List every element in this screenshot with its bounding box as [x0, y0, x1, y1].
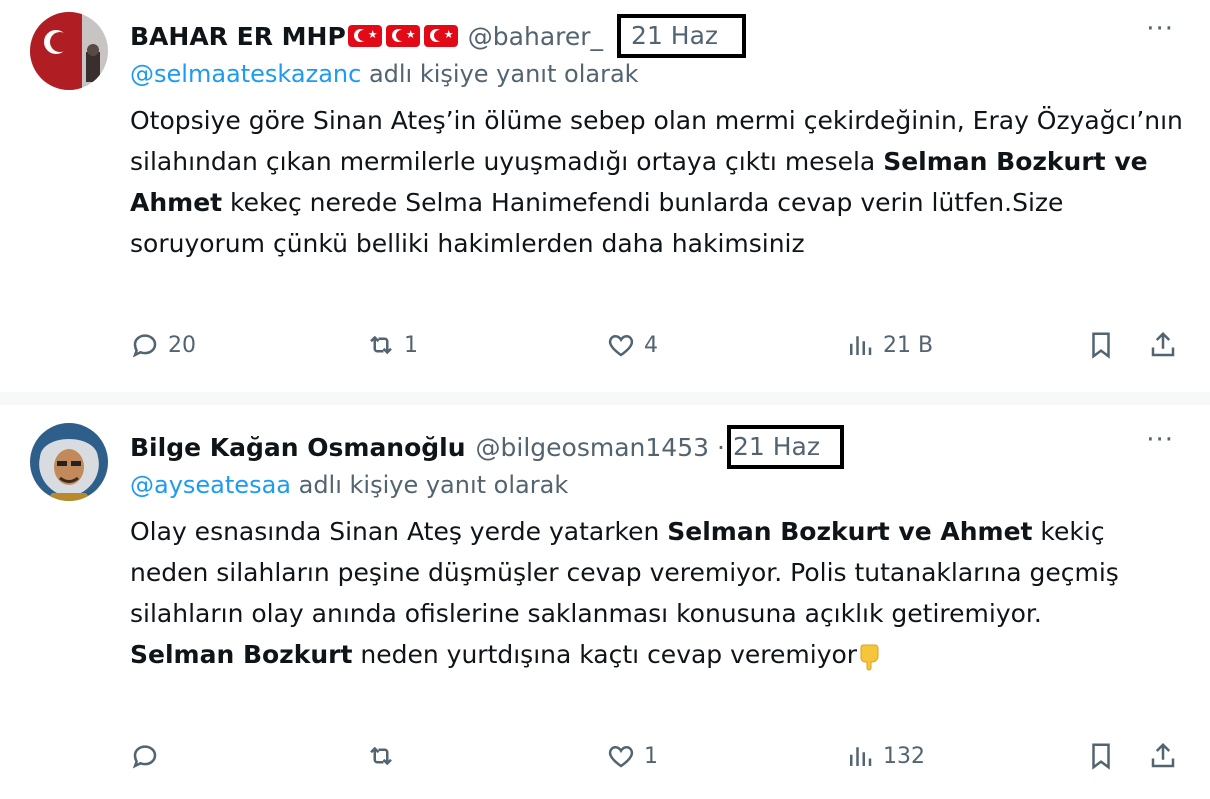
flag-emojis: ★ ★ ★ — [347, 25, 458, 47]
turkey-flag-icon: ★ — [347, 25, 382, 47]
avatar[interactable] — [30, 423, 108, 501]
turkey-flag-icon: ★ — [385, 25, 420, 47]
views-button[interactable]: 132 — [845, 741, 925, 771]
reply-button[interactable] — [130, 741, 168, 771]
separator-dot: · — [717, 432, 725, 462]
reply-count: 20 — [168, 332, 196, 358]
like-count: 4 — [644, 332, 658, 358]
bookmark-icon — [1092, 332, 1110, 359]
like-count: 1 — [644, 743, 658, 769]
reply-context: @selmaateskazanc adlı kişiye yanıt olara… — [130, 60, 639, 88]
reply-button[interactable]: 20 — [130, 330, 196, 360]
retweet-button[interactable] — [366, 741, 404, 771]
views-count: 21 B — [883, 332, 934, 358]
heart-icon — [608, 334, 634, 357]
bookmark-icon — [1092, 743, 1110, 770]
tweet-text: Otopsiye göre Sinan Ateş’in ölüme sebep … — [130, 100, 1190, 264]
timestamp[interactable]: 21 Haz — [726, 425, 844, 469]
avatar[interactable] — [30, 12, 108, 90]
share-button[interactable] — [1148, 330, 1178, 360]
reply-context-label: adlı kişiye yanıt olarak — [290, 471, 569, 499]
more-options-icon[interactable]: ··· — [1146, 425, 1174, 455]
views-icon — [850, 336, 872, 355]
views-icon — [850, 747, 872, 766]
reply-context: @ayseatesaa adlı kişiye yanıt olarak — [130, 471, 568, 499]
text-bold: Selman Bozkurt ve Ahmet — [667, 517, 1033, 546]
text-bold: Selman Bozkurt — [130, 640, 353, 669]
bookmark-button[interactable] — [1086, 741, 1116, 771]
action-bar: 20 1 4 21 B — [0, 330, 1210, 370]
author-name[interactable]: Bilge Kağan Osmanoğlu — [130, 433, 466, 462]
action-bar: 1 132 — [0, 741, 1210, 781]
turkey-flag-icon: ★ — [423, 25, 458, 47]
reply-context-label: adlı kişiye yanıt olarak — [361, 60, 639, 88]
tweet-text: Olay esnasında Sinan Ateş yerde yatarken… — [130, 511, 1190, 675]
share-icon — [1151, 742, 1175, 768]
tweet-header: BAHAR ER MHP ★ ★ ★ @baharer_ 21 Haz — [130, 14, 747, 58]
tweet-1[interactable]: BAHAR ER MHP ★ ★ ★ @baharer_ 21 Haz ··· … — [0, 0, 1210, 392]
text-part: kekeç nerede Selma Hanimefendi bunlarda … — [130, 188, 1064, 258]
like-button[interactable]: 1 — [606, 741, 658, 771]
reply-icon — [132, 745, 157, 769]
tweet-separator — [0, 392, 1210, 405]
tweet-header: Bilge Kağan Osmanoğlu @bilgeosman1453 · … — [130, 425, 844, 469]
views-count: 132 — [883, 743, 925, 769]
retweet-icon — [370, 746, 392, 766]
bookmark-button[interactable] — [1086, 330, 1116, 360]
text-part: neden yurtdışına kaçtı cevap veremiyor — [352, 640, 858, 669]
reply-icon — [132, 334, 157, 358]
more-options-icon[interactable]: ··· — [1146, 14, 1174, 44]
retweet-icon — [370, 335, 392, 355]
views-button[interactable]: 21 B — [845, 330, 933, 360]
text-part: Olay esnasında Sinan Ateş yerde yatarken — [130, 517, 668, 546]
author-handle[interactable]: @bilgeosman1453 — [476, 433, 709, 462]
pointing-down-icon — [860, 644, 879, 671]
share-icon — [1151, 331, 1175, 357]
mention-link[interactable]: @selmaateskazanc — [130, 60, 361, 88]
author-name[interactable]: BAHAR ER MHP — [130, 22, 346, 51]
author-handle[interactable]: @baharer_ — [468, 22, 603, 51]
mention-link[interactable]: @ayseatesaa — [130, 471, 291, 499]
retweet-button[interactable]: 1 — [366, 330, 418, 360]
heart-icon — [608, 745, 634, 768]
retweet-count: 1 — [404, 332, 418, 358]
tweet-2[interactable]: Bilge Kağan Osmanoğlu @bilgeosman1453 · … — [0, 405, 1210, 799]
like-button[interactable]: 4 — [606, 330, 658, 360]
share-button[interactable] — [1148, 741, 1178, 771]
timestamp[interactable]: 21 Haz — [617, 14, 747, 58]
